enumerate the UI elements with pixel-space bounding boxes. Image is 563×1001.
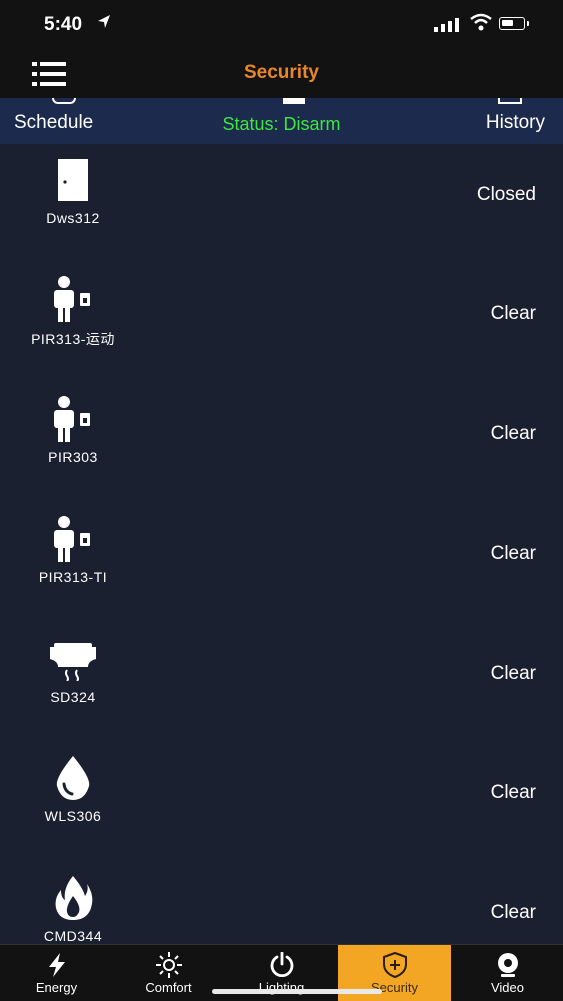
tab-video[interactable]: Video	[451, 945, 563, 1001]
history-button[interactable]: History	[486, 112, 545, 134]
device-name: PIR303	[48, 449, 98, 465]
power-icon	[225, 951, 338, 979]
device-name: WLS306	[44, 808, 102, 824]
home-indicator[interactable]	[212, 989, 382, 994]
flame-icon	[47, 874, 99, 922]
arm-status[interactable]: Status: Disarm	[0, 114, 563, 135]
device-name: Dws312	[46, 210, 100, 226]
list-item[interactable]: Dws312 Closed	[0, 144, 563, 264]
lightning-icon	[0, 951, 113, 979]
app-header: Security	[0, 48, 563, 98]
history-icon	[498, 98, 522, 104]
motion-sensor-icon	[47, 515, 99, 563]
tab-comfort[interactable]: Comfort	[112, 945, 225, 1001]
list-item[interactable]: PIR303 Clear	[0, 383, 563, 503]
status-bar: 5:40	[0, 0, 563, 48]
list-item[interactable]: PIR313-运动 Clear	[0, 263, 563, 383]
cellular-signal-icon	[434, 18, 459, 32]
wifi-icon	[470, 13, 492, 31]
device-state: Clear	[490, 782, 536, 803]
device-state: Clear	[490, 663, 536, 684]
shield-icon	[338, 951, 451, 979]
tab-label: Energy	[35, 980, 78, 995]
tab-label: Video	[490, 980, 524, 995]
motion-sensor-icon	[47, 395, 99, 443]
schedule-icon	[52, 98, 76, 104]
clock: 5:40	[44, 14, 83, 35]
tab-energy[interactable]: Energy	[0, 945, 113, 1001]
device-name: PIR313-运动	[31, 331, 115, 347]
camera-icon	[451, 951, 563, 979]
list-item[interactable]: CMD344 Clear	[0, 862, 563, 944]
door-icon	[47, 156, 99, 204]
smoke-detector-icon	[47, 635, 99, 683]
device-state: Clear	[490, 303, 536, 324]
security-toolbar: Schedule Status: Disarm History	[0, 98, 563, 144]
device-state: Clear	[490, 902, 536, 923]
device-state: Clear	[490, 543, 536, 564]
water-drop-icon	[47, 754, 99, 802]
tab-label: Comfort	[145, 980, 192, 995]
list-item[interactable]: WLS306 Clear	[0, 742, 563, 862]
device-state: Closed	[476, 184, 536, 205]
status-icon	[283, 98, 305, 104]
device-list: Dws312 Closed PIR313-运动 Clear PIR303 Cle…	[0, 144, 563, 944]
battery-icon	[499, 17, 529, 30]
device-name: CMD344	[43, 928, 103, 944]
device-name: PIR313-TI	[38, 569, 108, 585]
page-title: Security	[244, 62, 319, 83]
list-item[interactable]: PIR313-TI Clear	[0, 503, 563, 623]
device-state: Clear	[490, 423, 536, 444]
motion-sensor-icon	[47, 275, 99, 323]
list-item[interactable]: SD324 Clear	[0, 623, 563, 743]
location-arrow-icon	[98, 15, 110, 28]
device-name: SD324	[50, 689, 96, 705]
sun-icon	[112, 951, 225, 979]
